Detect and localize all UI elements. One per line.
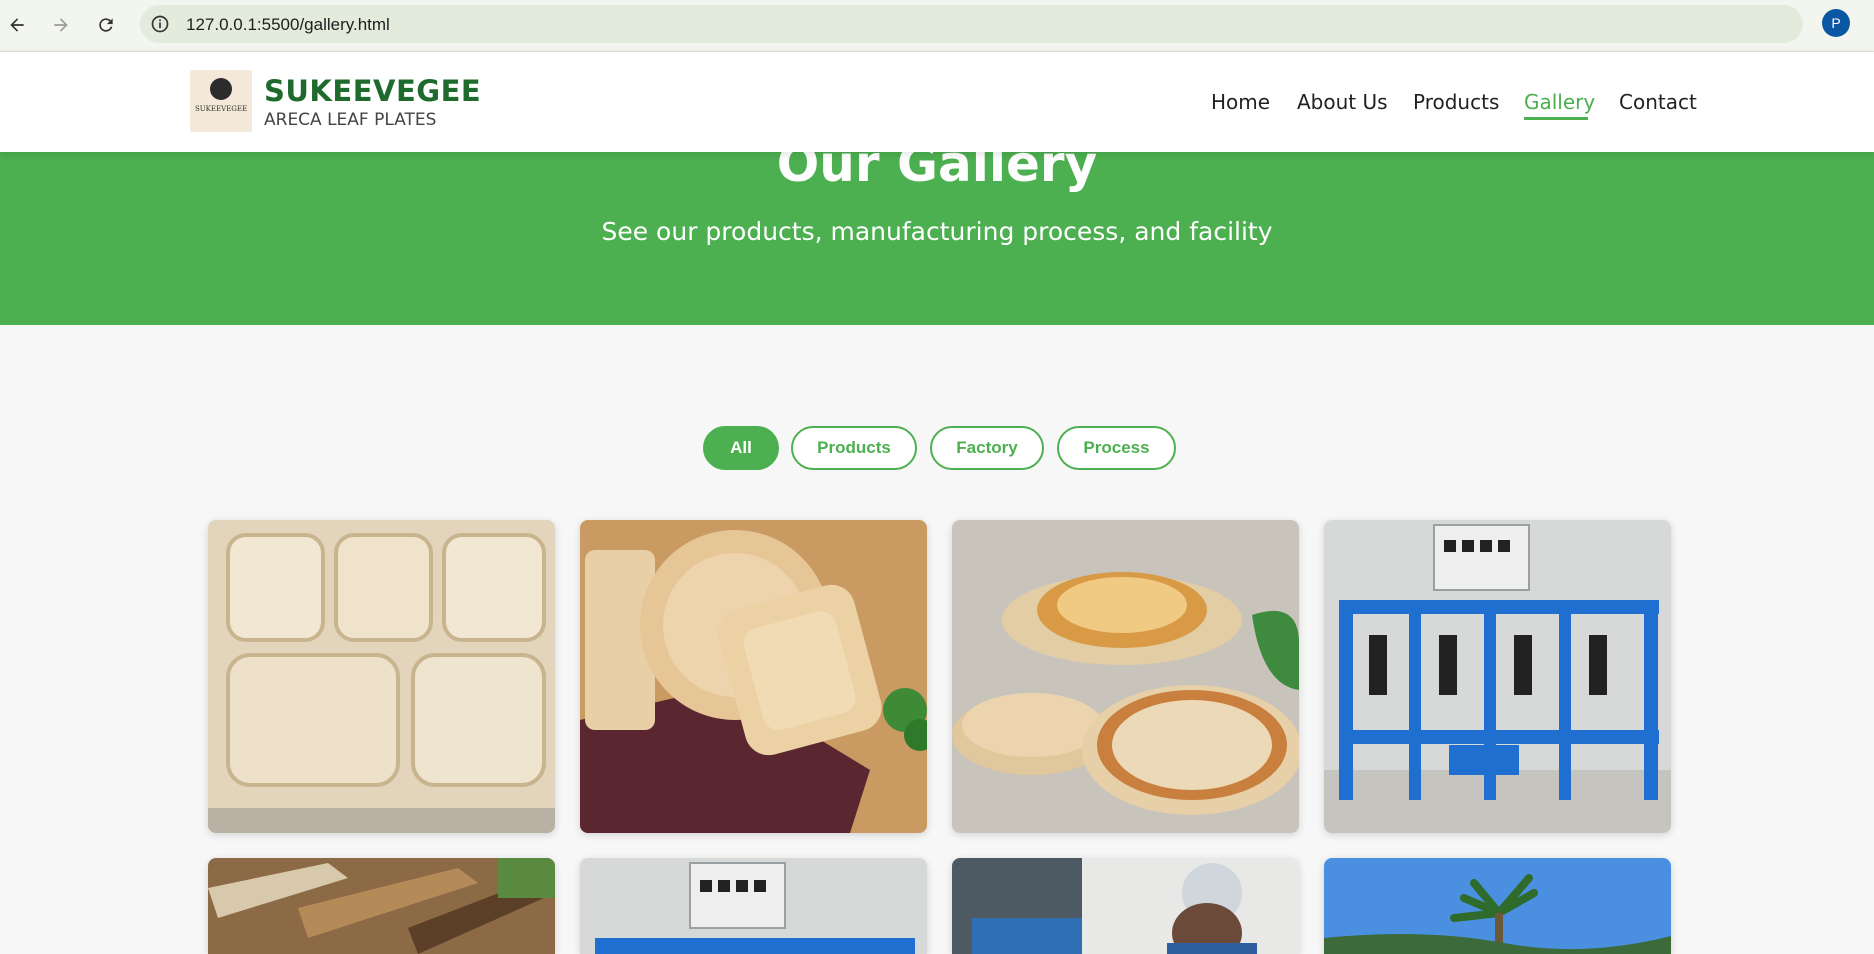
compartment-tray-image [208, 520, 555, 833]
filter-factory-button[interactable]: Factory [930, 426, 1044, 470]
filter-all-button[interactable]: All [703, 426, 779, 470]
profile-avatar[interactable]: P [1822, 9, 1850, 37]
browser-toolbar: 127.0.0.1:5500/gallery.html P [0, 0, 1874, 52]
plates-and-cutlery-image [580, 520, 927, 833]
nav-contact[interactable]: Contact [1619, 90, 1697, 114]
filter-products-button[interactable]: Products [791, 426, 917, 470]
gallery-item-plate-making-machine[interactable] [1324, 520, 1671, 833]
reload-button[interactable] [89, 8, 123, 42]
gallery-item-plate-making-machine-2[interactable] [580, 858, 927, 954]
plate-making-machine-image [1324, 520, 1671, 833]
gallery-item-areca-palm-tree[interactable] [1324, 858, 1671, 954]
brand-tagline: ARECA LEAF PLATES [264, 110, 437, 130]
info-icon[interactable] [150, 14, 170, 34]
nav-about-us[interactable]: About Us [1297, 90, 1388, 114]
forward-button[interactable] [44, 8, 78, 42]
bowls-and-plates-image [952, 520, 1299, 833]
address-bar[interactable]: 127.0.0.1:5500/gallery.html [140, 5, 1803, 43]
leaf-emblem-icon [210, 78, 232, 100]
filter-process-button[interactable]: Process [1057, 426, 1176, 470]
nav-home[interactable]: Home [1211, 90, 1270, 114]
nav-products[interactable]: Products [1413, 90, 1499, 114]
arrow-left-icon [10, 18, 24, 32]
back-button[interactable] [0, 8, 34, 42]
active-nav-underline [1524, 117, 1588, 120]
areca-palm-tree-image [1324, 858, 1671, 954]
brand-name[interactable]: SUKEEVEGEE [264, 74, 481, 108]
gallery-item-bowls-and-plates[interactable] [952, 520, 1299, 833]
brand-logo[interactable]: SUKEEVEGEE [190, 70, 252, 132]
logo-wordmark: SUKEEVEGEE [194, 105, 248, 113]
worker-operating-press-image [952, 858, 1299, 954]
url-text[interactable]: 127.0.0.1:5500/gallery.html [186, 15, 390, 35]
page-subtitle: See our products, manufacturing process,… [601, 217, 1273, 246]
gallery-item-worker-operating-press[interactable] [952, 858, 1299, 954]
reload-icon [99, 18, 113, 32]
gallery-item-compartment-tray[interactable] [208, 520, 555, 833]
gallery-item-plates-and-cutlery[interactable] [580, 520, 927, 833]
arrow-right-icon [54, 18, 68, 32]
nav-gallery[interactable]: Gallery [1524, 90, 1595, 114]
site-header: SUKEEVEGEE SUKEEVEGEE ARECA LEAF PLATES … [0, 52, 1874, 152]
gallery-item-dried-areca-sheaths[interactable] [208, 858, 555, 954]
dried-areca-sheaths-image [208, 858, 555, 954]
plate-making-machine-image [580, 858, 927, 954]
